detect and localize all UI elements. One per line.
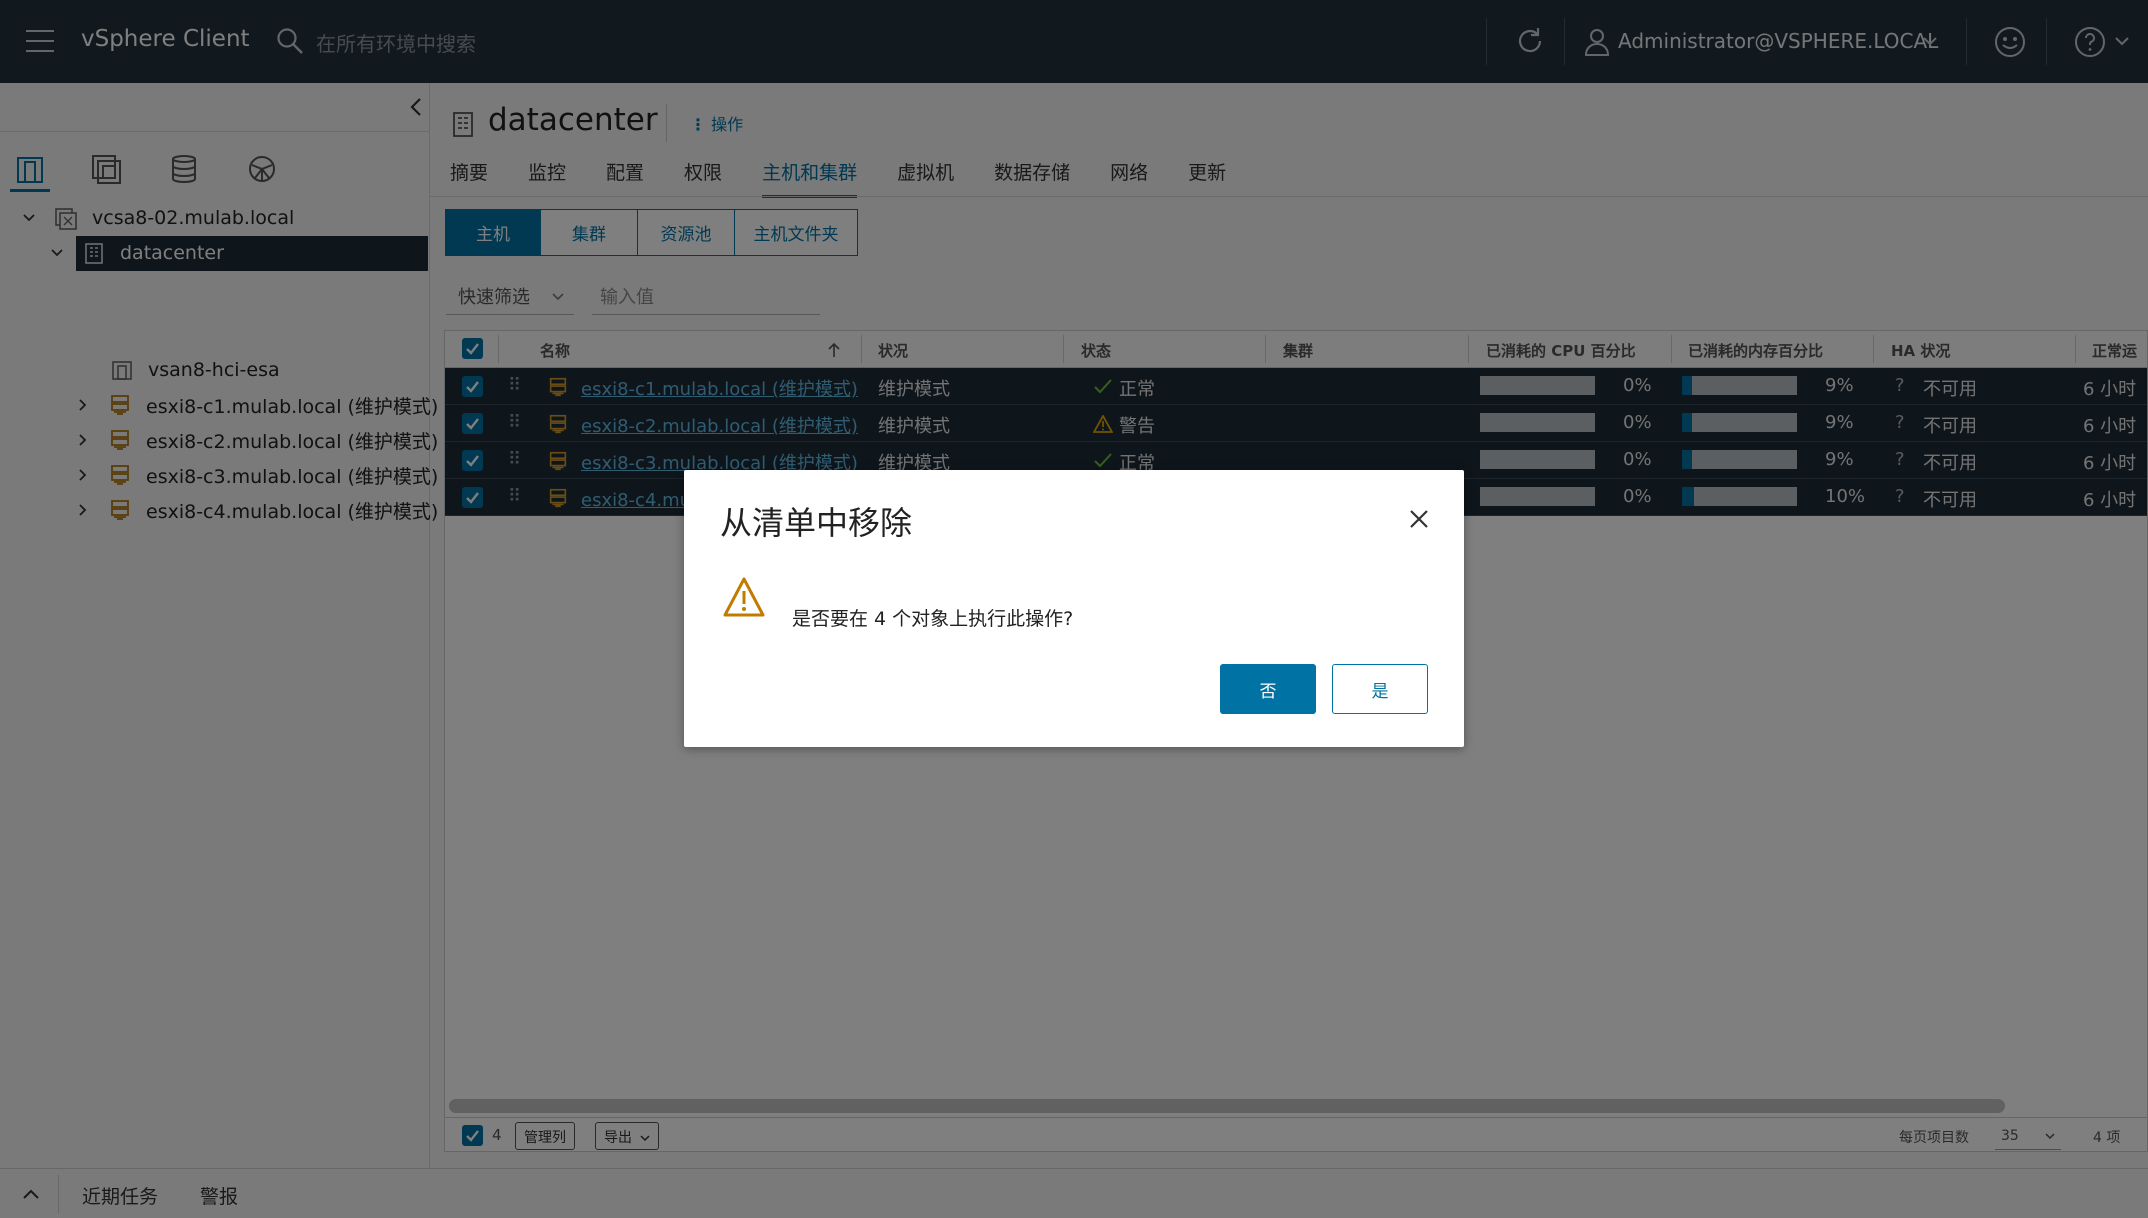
remove-from-inventory-dialog: 从清单中移除 是否要在 4 个对象上执行此操作? 否 是 xyxy=(684,470,1464,747)
dialog-message: 是否要在 4 个对象上执行此操作? xyxy=(792,608,1074,630)
warning-icon xyxy=(723,577,765,617)
dialog-title: 从清单中移除 xyxy=(720,504,913,542)
no-button[interactable]: 否 xyxy=(1220,664,1316,714)
close-icon[interactable] xyxy=(1408,508,1430,530)
yes-button[interactable]: 是 xyxy=(1332,664,1428,714)
